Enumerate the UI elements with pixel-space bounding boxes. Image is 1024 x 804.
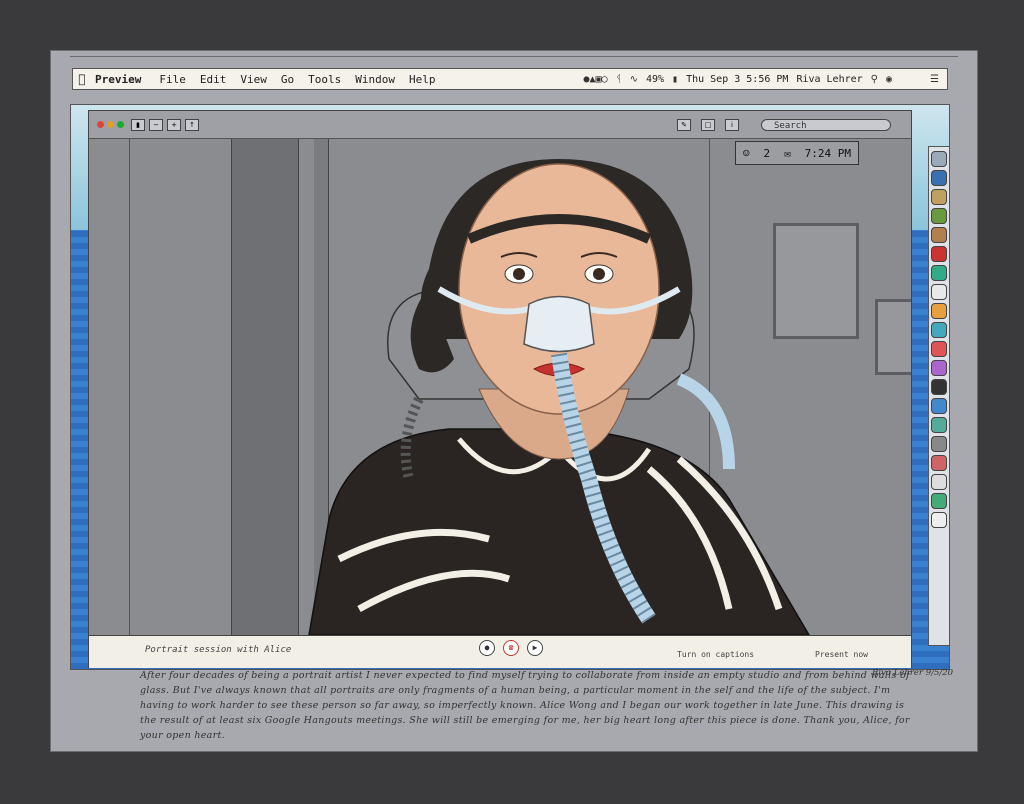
- right-pupil: [593, 268, 605, 280]
- search-placeholder: Search: [774, 121, 807, 131]
- dock-icon-facetime[interactable]: [931, 322, 947, 338]
- menu-item-window[interactable]: Window: [355, 73, 395, 86]
- zoom-in-icon[interactable]: +: [167, 118, 181, 131]
- menu-item-go[interactable]: Go: [281, 73, 294, 86]
- search-field[interactable]: Search: [761, 119, 891, 131]
- dock-icon-preferences[interactable]: [931, 436, 947, 452]
- session-title: Portrait session with Alice: [145, 645, 292, 655]
- apple-icon[interactable]: : [73, 72, 91, 86]
- menu-item-tools[interactable]: Tools: [308, 73, 341, 86]
- dock-icon-maps[interactable]: [931, 284, 947, 300]
- zoom-button[interactable]: [117, 121, 124, 128]
- trash-icon[interactable]: [931, 512, 947, 528]
- menu-item-file[interactable]: File: [159, 73, 186, 86]
- dock-icon-folder[interactable]: [931, 474, 947, 490]
- folder-icon[interactable]: □: [701, 119, 715, 131]
- dock-icon-calendar[interactable]: [931, 246, 947, 262]
- close-button[interactable]: [97, 121, 104, 128]
- search-icon[interactable]: ⚲: [871, 74, 878, 85]
- sidebar-toggle-icon[interactable]: ▮: [131, 118, 145, 131]
- battery-percent: 49%: [645, 73, 665, 85]
- dock-icon-photos[interactable]: [931, 303, 947, 319]
- microphone-icon[interactable]: ●: [479, 640, 495, 656]
- dock-icon-notes[interactable]: [931, 227, 947, 243]
- notification-center-icon[interactable]: ☰: [930, 74, 939, 85]
- markup-icon[interactable]: ✎: [677, 119, 691, 131]
- video-call-window: ▮ − + ↑ ✎ □ i Search ☺ 2 ✉ 7:24 PM Portr…: [88, 110, 912, 668]
- dock-icon-chrome[interactable]: [931, 208, 947, 224]
- dock-icon-downloads[interactable]: [931, 493, 947, 509]
- dock-icon-safari[interactable]: [931, 189, 947, 205]
- menu-item-help[interactable]: Help: [409, 73, 436, 86]
- call-buttons: ● ☎ ▶: [479, 640, 543, 656]
- side-tube: [676, 373, 735, 470]
- dock-icon-photobooth[interactable]: [931, 455, 947, 471]
- left-pupil: [513, 268, 525, 280]
- captions-button[interactable]: Turn on captions: [677, 650, 754, 659]
- info-icon[interactable]: i: [725, 119, 739, 131]
- dock-icon-numbers[interactable]: [931, 417, 947, 433]
- nasal-mask: [523, 295, 595, 353]
- minimize-button[interactable]: [107, 121, 114, 128]
- dock-icon-messages[interactable]: [931, 265, 947, 281]
- share-icon[interactable]: ↑: [185, 118, 199, 131]
- dock: [928, 146, 950, 646]
- dock-icon-podcasts[interactable]: [931, 360, 947, 376]
- menu-clock[interactable]: Thu Sep 3 5:56 PM: [686, 74, 788, 85]
- dock-icon-music[interactable]: [931, 341, 947, 357]
- bluetooth-icon[interactable]: ᛩ: [616, 74, 622, 85]
- wifi-icon[interactable]: ∿: [630, 74, 638, 85]
- dock-icon-launchpad[interactable]: [931, 170, 947, 186]
- status-icons[interactable]: ●▲▣◯: [584, 74, 608, 85]
- menu-app-name[interactable]: Preview: [95, 73, 141, 86]
- zoom-out-icon[interactable]: −: [149, 118, 163, 131]
- present-button[interactable]: Present now: [815, 650, 868, 659]
- window-titlebar: ▮ − + ↑ ✎ □ i Search: [89, 111, 911, 139]
- video-feed: ☺ 2 ✉ 7:24 PM: [89, 139, 911, 635]
- call-controls-bar: Portrait session with Alice ● ☎ ▶ Turn o…: [89, 635, 911, 668]
- menu-item-edit[interactable]: Edit: [200, 73, 227, 86]
- hang-up-icon[interactable]: ☎: [503, 640, 519, 656]
- battery-icon[interactable]: ▮: [672, 74, 678, 85]
- toolbar-group: ✎ □ i: [673, 119, 739, 131]
- dock-icon-finder[interactable]: [931, 151, 947, 167]
- menu-user[interactable]: Riva Lehrer: [796, 74, 862, 85]
- portrait-drawing: [308, 159, 810, 635]
- dock-icon-appstore[interactable]: [931, 398, 947, 414]
- dock-icon-tv[interactable]: [931, 379, 947, 395]
- menu-status-area: ●▲▣◯ ᛩ ∿ 49% ▮ Thu Sep 3 5:56 PM Riva Le…: [584, 74, 948, 85]
- menu-bar:  Preview File Edit View Go Tools Window…: [72, 68, 948, 90]
- handwritten-caption: After four decades of being a portrait a…: [140, 670, 910, 741]
- camera-icon[interactable]: ▶: [527, 640, 543, 656]
- siri-icon[interactable]: ◉: [886, 74, 892, 85]
- menu-item-view[interactable]: View: [240, 73, 267, 86]
